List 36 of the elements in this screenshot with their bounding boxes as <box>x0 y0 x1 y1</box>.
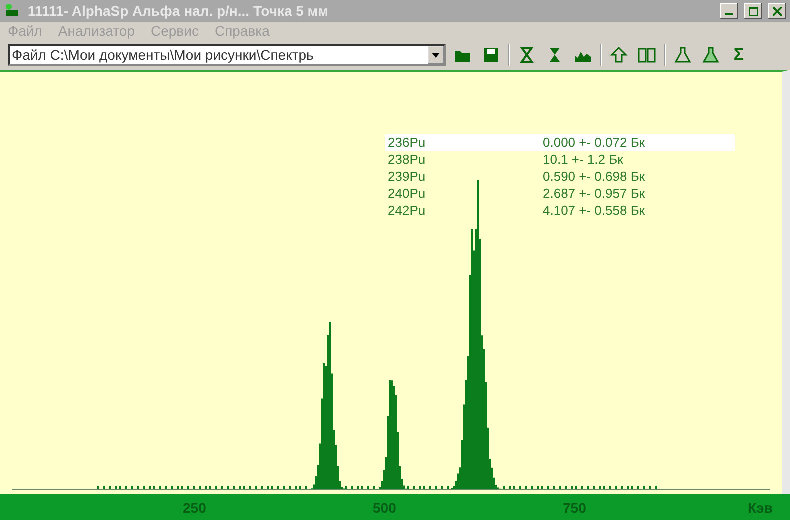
maximize-button[interactable] <box>744 3 762 19</box>
result-row[interactable]: 236Pu 0.000 +- 0.072 Бк <box>385 134 735 151</box>
activity-value: 4.107 +- 0.558 Бк <box>543 203 646 218</box>
activity-value: 10.1 +- 1.2 Бк <box>543 152 624 167</box>
axis-tick-label: 250 <box>183 500 206 516</box>
close-icon <box>772 6 782 16</box>
nuclide-label: 242Pu <box>387 203 427 218</box>
result-row[interactable]: 242Pu 4.107 +- 0.558 Бк <box>385 202 735 219</box>
hourglass-icon <box>518 46 536 64</box>
activity-value: 0.000 +- 0.072 Бк <box>543 135 646 150</box>
nuclide-label: 236Pu <box>387 135 427 150</box>
activity-value: 2.687 +- 0.957 Бк <box>543 186 646 201</box>
axis-unit-label: Кэв <box>748 500 773 516</box>
window-title: 11111- AlphaSp Альфа нал. р/н... Точка 5 мм <box>28 3 330 19</box>
nuclide-label: 238Pu <box>387 152 427 167</box>
book-icon <box>638 46 656 64</box>
flask-icon <box>702 46 720 64</box>
nuclide-label: 240Pu <box>387 186 427 201</box>
activity-value: 0.590 +- 0.698 Бк <box>543 169 646 184</box>
axis-tick-label: 750 <box>563 500 586 516</box>
up-arrow-icon <box>610 46 628 64</box>
axis-tick-label: 500 <box>373 500 396 516</box>
dropdown-button[interactable] <box>428 46 444 64</box>
result-row[interactable]: 240Pu 2.687 +- 0.957 Бк <box>385 185 735 202</box>
result-row[interactable]: 238Pu 10.1 +- 1.2 Бк <box>385 151 735 168</box>
nuclide-label: 239Pu <box>387 169 427 184</box>
upload-button[interactable] <box>608 44 630 66</box>
file-combo[interactable]: Файл C:\Мои документы\Мои рисунки\Спектрь <box>8 44 446 66</box>
maximize-icon <box>748 6 758 16</box>
flask-icon <box>674 46 692 64</box>
minimize-button[interactable] <box>720 3 738 19</box>
result-row[interactable]: 239Pu 0.590 +- 0.698 Бк <box>385 168 735 185</box>
floppy-icon <box>482 46 500 64</box>
sum-button[interactable]: Σ <box>728 44 750 66</box>
caret-icon <box>432 52 440 58</box>
close-button[interactable] <box>768 3 786 19</box>
